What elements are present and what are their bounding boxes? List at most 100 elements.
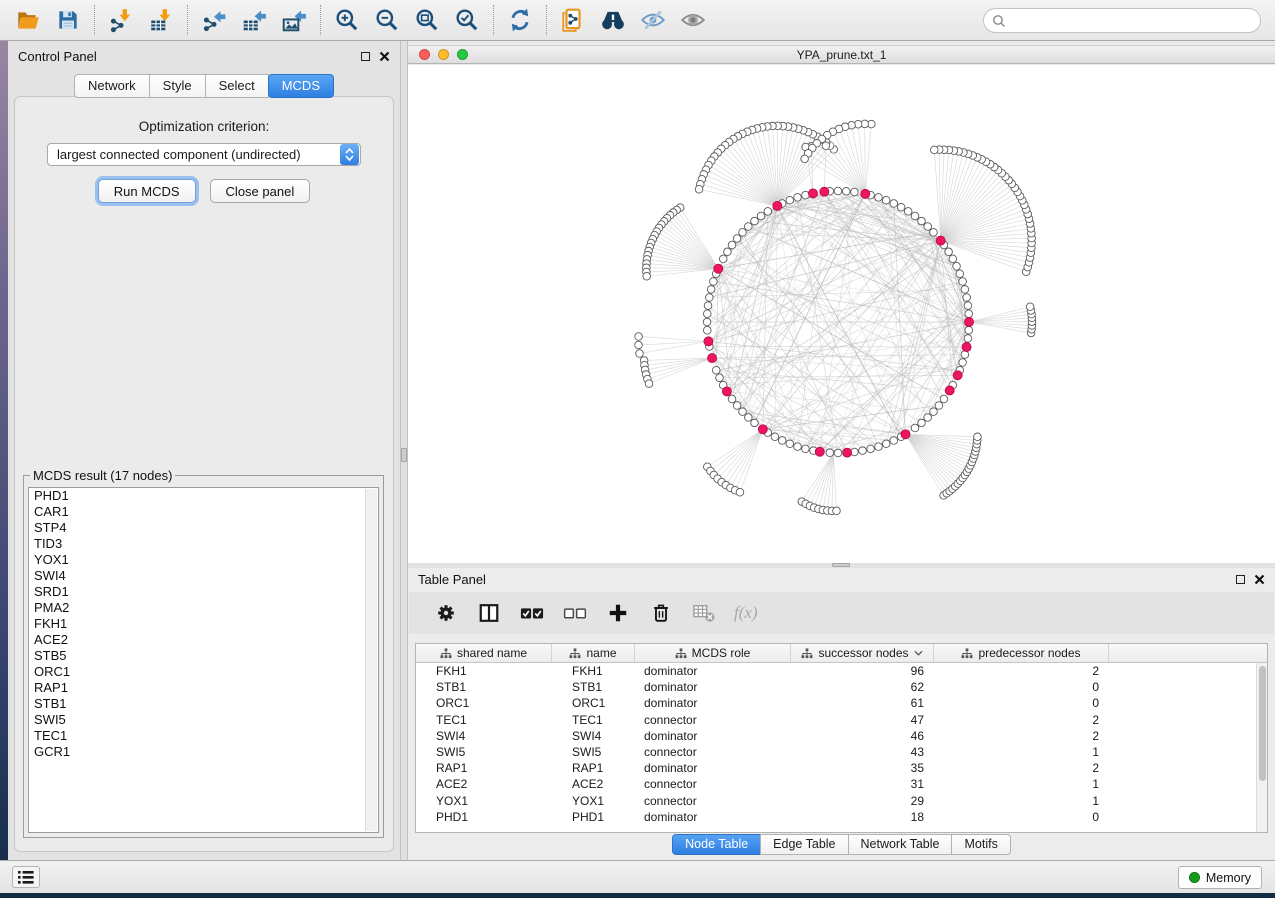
settings-gear-button[interactable]	[433, 600, 459, 626]
graph-node[interactable]	[802, 445, 810, 453]
graph-node[interactable]	[728, 241, 736, 249]
tab-mcds[interactable]: MCDS	[268, 74, 334, 98]
mcds-result-item[interactable]: STB1	[29, 696, 378, 712]
graph-node[interactable]	[911, 212, 919, 220]
graph-node[interactable]	[704, 302, 712, 310]
network-from-selection-button[interactable]	[553, 3, 593, 37]
toggle-columns-button[interactable]	[476, 600, 502, 626]
export-image-button[interactable]	[274, 3, 314, 37]
mcds-result-item[interactable]: ACE2	[29, 632, 378, 648]
graph-node[interactable]	[719, 255, 727, 263]
refresh-button[interactable]	[500, 3, 540, 37]
graph-node[interactable]	[712, 366, 720, 374]
column-header-shared-name[interactable]: shared name	[416, 644, 552, 662]
import-table-button[interactable]	[141, 3, 181, 37]
save-button[interactable]	[48, 3, 88, 37]
hide-unselected-button[interactable]	[633, 3, 673, 37]
graph-node[interactable]	[833, 507, 841, 515]
mcds-result-item[interactable]: TEC1	[29, 728, 378, 744]
graph-node[interactable]	[733, 235, 741, 243]
open-file-button[interactable]	[8, 3, 48, 37]
graph-node[interactable]	[890, 200, 898, 208]
graph-node[interactable]	[935, 402, 943, 410]
graph-node[interactable]	[961, 286, 969, 294]
run-mcds-button[interactable]: Run MCDS	[98, 179, 196, 203]
mcds-result-item[interactable]: STB5	[29, 648, 378, 664]
graph-node[interactable]	[733, 402, 741, 410]
graph-node[interactable]	[706, 294, 714, 302]
graph-node[interactable]	[771, 433, 779, 441]
graph-node[interactable]	[822, 142, 830, 150]
graph-node[interactable]	[724, 248, 732, 256]
graph-node[interactable]	[974, 433, 982, 441]
table-row[interactable]: ACE2ACE2connector311	[416, 776, 1256, 792]
zoom-in-button[interactable]	[327, 3, 367, 37]
graph-node[interactable]	[949, 255, 957, 263]
graph-node[interactable]	[695, 185, 703, 193]
graph-node[interactable]	[786, 440, 794, 448]
table-row[interactable]: TEC1TEC1connector472	[416, 712, 1256, 728]
graph-node[interactable]	[842, 187, 850, 195]
table-scrollbar-thumb[interactable]	[1259, 666, 1266, 781]
task-history-button[interactable]	[12, 866, 40, 888]
table-row[interactable]: YOX1YOX1connector291	[416, 793, 1256, 809]
graph-node[interactable]	[875, 443, 883, 451]
table-row[interactable]: ORC1ORC1dominator610	[416, 695, 1256, 711]
graph-node[interactable]	[801, 155, 809, 163]
graph-node[interactable]	[716, 374, 724, 382]
network-canvas[interactable]	[408, 65, 1275, 563]
table-row[interactable]: SWI5SWI5connector431	[416, 744, 1256, 760]
export-network-button[interactable]	[194, 3, 234, 37]
search-input[interactable]	[1006, 11, 1260, 31]
tab-network[interactable]: Network	[74, 74, 150, 98]
graph-hub-node[interactable]	[953, 371, 962, 380]
search-binoculars-button[interactable]	[593, 3, 633, 37]
graph-node[interactable]	[739, 408, 747, 416]
mcds-result-item[interactable]: YOX1	[29, 552, 378, 568]
graph-hub-node[interactable]	[708, 354, 717, 363]
graph-node[interactable]	[757, 212, 765, 220]
column-header-MCDS-role[interactable]: MCDS role	[635, 644, 791, 662]
graph-node[interactable]	[707, 286, 715, 294]
graph-hub-node[interactable]	[843, 448, 852, 457]
zoom-selected-button[interactable]	[447, 3, 487, 37]
graph-node[interactable]	[703, 310, 711, 318]
graph-hub-node[interactable]	[722, 387, 731, 396]
mcds-result-list[interactable]: PHD1CAR1STP4TID3YOX1SWI4SRD1PMA2FKH1ACE2…	[28, 487, 379, 833]
tab-node-table[interactable]: Node Table	[672, 834, 761, 855]
graph-node[interactable]	[930, 408, 938, 416]
graph-node[interactable]	[959, 278, 967, 286]
graph-node[interactable]	[940, 395, 948, 403]
mcds-result-item[interactable]: GCR1	[29, 744, 378, 760]
mcds-result-item[interactable]: PHD1	[29, 488, 378, 504]
graph-node[interactable]	[930, 229, 938, 237]
graph-node[interactable]	[890, 437, 898, 445]
graph-node[interactable]	[945, 248, 953, 256]
mcds-result-item[interactable]: FKH1	[29, 616, 378, 632]
graph-hub-node[interactable]	[704, 337, 713, 346]
graph-node[interactable]	[826, 449, 834, 457]
graph-node[interactable]	[897, 203, 905, 211]
zoom-fit-button[interactable]	[407, 3, 447, 37]
select-all-button[interactable]	[519, 600, 545, 626]
graph-node[interactable]	[875, 194, 883, 202]
tab-style[interactable]: Style	[149, 74, 206, 98]
graph-node[interactable]	[834, 449, 842, 457]
table-row[interactable]: STB1STB1dominator620	[416, 679, 1256, 695]
graph-node[interactable]	[953, 262, 961, 270]
graph-node[interactable]	[851, 188, 859, 196]
show-hidden-button[interactable]	[673, 3, 713, 37]
zoom-out-button[interactable]	[367, 3, 407, 37]
column-header-name[interactable]: name	[552, 644, 635, 662]
graph-node[interactable]	[924, 414, 932, 422]
tab-edge-table[interactable]: Edge Table	[760, 834, 848, 855]
graph-hub-node[interactable]	[965, 318, 974, 327]
graph-node[interactable]	[643, 272, 651, 280]
float-table-panel-icon[interactable]	[1236, 575, 1245, 584]
memory-button[interactable]: Memory	[1178, 866, 1262, 889]
mcds-result-item[interactable]: PMA2	[29, 600, 378, 616]
graph-hub-node[interactable]	[809, 189, 818, 198]
close-panel-button[interactable]: Close panel	[210, 179, 311, 203]
graph-node[interactable]	[635, 333, 643, 341]
graph-hub-node[interactable]	[815, 447, 824, 456]
